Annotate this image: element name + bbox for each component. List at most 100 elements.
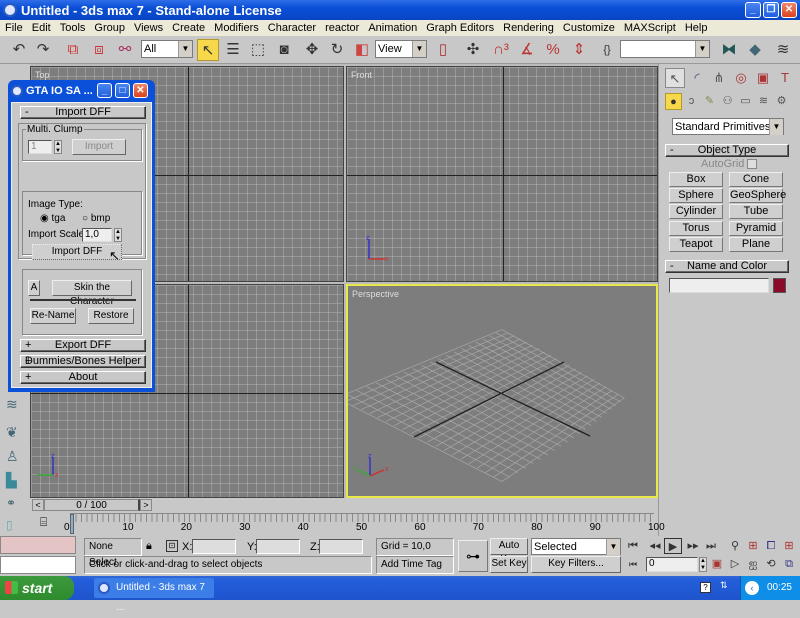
time-slider[interactable]: < 0 / 100 >: [30, 498, 658, 512]
key-filters-button[interactable]: Key Filters...: [531, 556, 621, 573]
dialog-maximize-button[interactable]: □: [115, 83, 130, 98]
rollout-export-dff[interactable]: + Export DFF: [20, 339, 146, 352]
go-to-start-icon[interactable]: ⏮: [624, 538, 642, 554]
object-color-swatch[interactable]: [773, 278, 786, 293]
time-slider-thumb[interactable]: 0 / 100: [44, 499, 140, 511]
time-configuration-icon[interactable]: ▣: [708, 556, 726, 572]
import-scale-input[interactable]: 1,0: [82, 228, 112, 242]
dialog-minimize-button[interactable]: _: [97, 83, 112, 98]
curve-editor-icon[interactable]: ⌸: [40, 515, 47, 530]
next-frame-icon[interactable]: ▸▸: [684, 538, 702, 554]
select-manipulate-icon[interactable]: ✣: [462, 39, 484, 61]
biped-icon[interactable]: ♙: [6, 448, 19, 465]
dialog-close-button[interactable]: ✕: [133, 83, 148, 98]
maximize-viewport-icon[interactable]: ⧉: [780, 556, 798, 572]
current-frame-input[interactable]: 0: [646, 557, 698, 572]
box-button[interactable]: Box: [669, 172, 723, 187]
display-tab-icon[interactable]: ▣: [753, 68, 773, 88]
selection-filter-dropdown[interactable]: All ▼: [141, 40, 193, 58]
restore-button[interactable]: Restore: [88, 308, 134, 324]
lock-icon[interactable]: 🔒︎: [146, 540, 152, 553]
rollout-import-dff[interactable]: - Import DFF: [20, 106, 146, 119]
menu-graph-editors[interactable]: Graph Editors: [421, 22, 498, 34]
object-name-input[interactable]: [669, 278, 769, 293]
menu-edit[interactable]: Edit: [27, 22, 55, 34]
create-tab-icon[interactable]: ↖: [665, 68, 685, 88]
clump-spinner[interactable]: ▲ ▼: [54, 140, 62, 154]
key-mode-dropdown[interactable]: Selected ▼: [531, 538, 621, 555]
named-selection-dropdown[interactable]: ▼: [620, 40, 710, 58]
rollout-dummies-bones[interactable]: + Dummies/Bones Helper: [20, 355, 146, 368]
rectangular-selection-icon[interactable]: ⬚: [247, 39, 269, 61]
start-button[interactable]: start: [0, 576, 74, 600]
import-button[interactable]: Import: [72, 139, 126, 155]
undo-icon[interactable]: ↶: [8, 39, 30, 61]
close-button[interactable]: ✕: [781, 2, 797, 18]
menu-tools[interactable]: Tools: [55, 22, 90, 34]
menu-modifiers[interactable]: Modifiers: [209, 22, 263, 34]
network-tray-icon[interactable]: ⇅: [720, 580, 728, 591]
zoom-icon[interactable]: ⚲: [726, 538, 744, 554]
menu-create[interactable]: Create: [167, 22, 209, 34]
motion-tab-icon[interactable]: ◎: [731, 68, 751, 88]
preview-icon[interactable]: ▯: [6, 518, 13, 532]
knot-icon[interactable]: ❦: [6, 424, 18, 441]
window-crossing-icon[interactable]: ◙: [273, 39, 295, 61]
pan-icon[interactable]: ஐ: [744, 556, 762, 572]
auto-key-button[interactable]: Auto Key: [490, 538, 528, 565]
viewport-perspective[interactable]: Perspective z x y: [346, 284, 658, 498]
hierarchy-tab-icon[interactable]: ⋔: [709, 68, 729, 88]
zoom-extents-icon[interactable]: ⧠: [762, 538, 780, 554]
key-mode-toggle-icon[interactable]: ⏮: [624, 556, 642, 572]
select-and-move-icon[interactable]: ✥: [301, 39, 323, 61]
torus-button[interactable]: Torus: [669, 221, 723, 236]
set-key-button[interactable]: Set Key: [490, 556, 528, 573]
viewport-label[interactable]: Top: [35, 70, 50, 80]
autogrid-checkbox[interactable]: [747, 159, 757, 169]
space-warp-icon[interactable]: ≋: [6, 396, 18, 413]
rollout-object-type[interactable]: - Object Type: [665, 144, 789, 157]
use-pivot-center-icon[interactable]: ▯: [432, 39, 454, 61]
taskbar-item-3dsmax[interactable]: Untitled - 3ds max 7 ...: [94, 578, 214, 613]
shapes-icon[interactable]: ↄ: [683, 93, 700, 110]
skin-character-button[interactable]: Skin the Character: [52, 280, 132, 307]
y-coordinate-input[interactable]: [256, 539, 300, 554]
rename-button[interactable]: Re-Name: [30, 308, 76, 324]
time-slider-prev-button[interactable]: <: [32, 499, 44, 511]
select-object-icon[interactable]: ↖: [197, 39, 219, 61]
viewport-label[interactable]: Front: [351, 70, 372, 80]
align-icon[interactable]: ◆: [744, 39, 766, 61]
reference-coord-dropdown[interactable]: View ▼: [375, 40, 427, 58]
absolute-mode-toggle-icon[interactable]: ⊡: [166, 540, 178, 552]
set-key-icon[interactable]: ⊶: [458, 540, 488, 572]
field-of-view-icon[interactable]: ▷: [726, 556, 744, 572]
menu-maxscript[interactable]: MAXScript: [619, 22, 680, 34]
play-icon[interactable]: ▶: [664, 538, 682, 554]
cameras-icon[interactable]: ⚇: [719, 93, 736, 110]
systems-icon[interactable]: ⚙: [773, 93, 790, 110]
z-coordinate-input[interactable]: [319, 539, 363, 554]
plane-button[interactable]: Plane: [729, 237, 783, 252]
dialog-title-bar[interactable]: GTA IO SA ... _ □ ✕: [11, 80, 152, 102]
menu-rendering[interactable]: Rendering: [498, 22, 558, 34]
zoom-extents-all-icon[interactable]: ⊞: [780, 538, 798, 554]
percent-snap-icon[interactable]: %: [542, 39, 564, 61]
a-button[interactable]: A: [28, 280, 40, 296]
cone-button[interactable]: Cone: [729, 172, 783, 187]
rollout-name-and-color[interactable]: - Name and Color: [665, 260, 789, 273]
helpers-icon[interactable]: ▭: [737, 93, 754, 110]
unlink-icon[interactable]: ⧈: [88, 39, 110, 61]
select-and-scale-icon[interactable]: ◧: [351, 39, 373, 61]
import-scale-spinner[interactable]: ▲ ▼: [114, 228, 122, 242]
select-and-rotate-icon[interactable]: ↻: [326, 39, 348, 61]
utilities-tab-icon[interactable]: T: [775, 68, 795, 88]
cylinder-button[interactable]: Cylinder: [669, 204, 723, 219]
add-time-tag-button[interactable]: Add Time Tag: [376, 556, 454, 574]
restore-button[interactable]: ❐: [763, 2, 779, 18]
arc-rotate-icon[interactable]: ⟲: [762, 556, 780, 572]
radio-tga[interactable]: ◉ tga: [40, 213, 65, 224]
mirror-icon[interactable]: ⧓: [718, 39, 740, 61]
category-dropdown[interactable]: Standard Primitives ▼: [672, 118, 784, 135]
teapot-button[interactable]: Teapot: [669, 237, 723, 252]
lights-icon[interactable]: ✎: [701, 93, 718, 110]
